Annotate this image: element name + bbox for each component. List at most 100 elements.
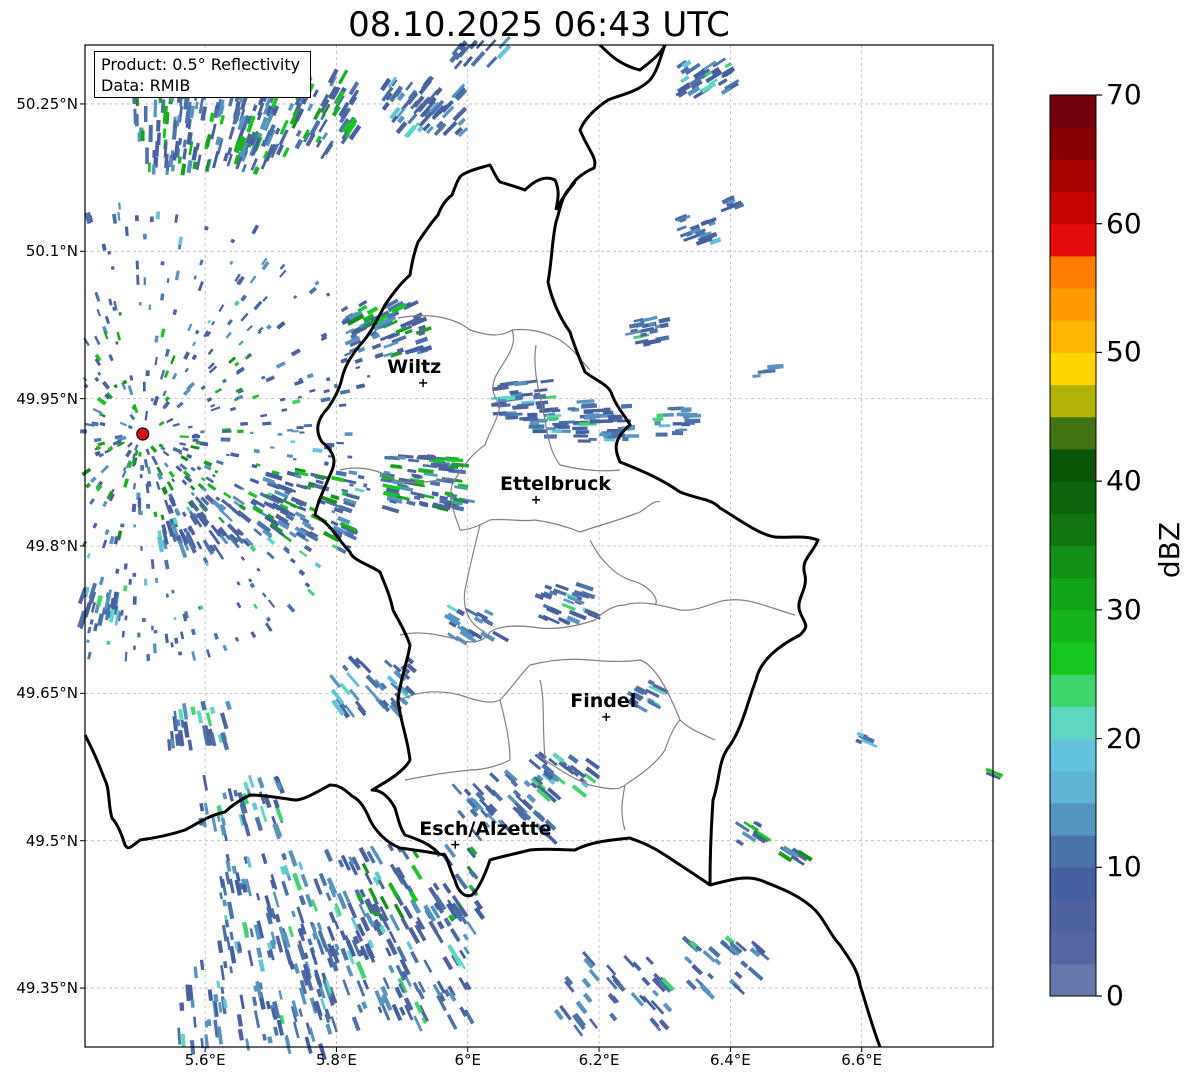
lat-tick-label: 49.35°N: [16, 979, 78, 998]
lat-tick-label: 49.8°N: [25, 537, 78, 555]
echo-cell: [149, 216, 154, 223]
echo-cell: [583, 415, 596, 420]
product-label: Product: 0.5° Reflectivity: [101, 55, 301, 74]
echo-cell: [145, 370, 150, 377]
echo-cell: [80, 429, 87, 434]
echo-cell: [678, 428, 688, 432]
colorbar-swatch: [1050, 159, 1096, 193]
echo-cell: [138, 451, 142, 457]
echo-cell: [106, 640, 111, 646]
map-title: 08.10.2025 06:43 UTC: [348, 5, 730, 45]
colorbar-swatch: [1050, 513, 1096, 546]
echo-cell: [671, 431, 684, 436]
echo-cell: [626, 434, 640, 438]
echo-cell: [148, 124, 153, 143]
echo-cell: [548, 412, 556, 416]
echo-cell: [589, 419, 599, 424]
radar-site-marker: [136, 427, 150, 441]
echo-cell: [143, 578, 148, 586]
colorbar-swatch: [1050, 127, 1096, 160]
lat-tick-label: 49.95°N: [16, 389, 78, 408]
echo-cell: [143, 277, 146, 286]
echo-cell: [179, 435, 189, 438]
echo-cell: [156, 132, 161, 146]
product-info-box: Product: 0.5° Reflectivity Data: RMIB: [94, 51, 311, 98]
echo-cell: [506, 415, 519, 420]
echo-cell: [543, 434, 557, 439]
echo-cell: [299, 431, 305, 434]
echo-cell: [160, 261, 165, 266]
echo-cell: [573, 434, 589, 438]
lat-tick-label: 49.65°N: [16, 684, 78, 703]
colorbar-swatch: [1050, 288, 1096, 321]
echo-cell: [599, 432, 612, 437]
colorbar-swatch: [1050, 963, 1096, 997]
echo-cell: [134, 113, 139, 127]
echo-cell: [141, 617, 146, 623]
echo-cell: [609, 415, 623, 420]
echo-cell: [139, 474, 143, 479]
colorbar-swatch: [1050, 223, 1096, 257]
echo-cell: [237, 429, 244, 434]
echo-cell: [151, 625, 154, 631]
echo-cell: [123, 585, 128, 592]
echo-cell: [250, 431, 254, 435]
colorbar-swatch: [1050, 255, 1096, 289]
echo-cell: [135, 260, 139, 270]
echo-cell: [173, 616, 177, 621]
echo-cell: [220, 437, 231, 442]
echo-cell: [384, 455, 391, 460]
radar-map-figure: [77, 35, 1102, 1061]
echo-cell: [676, 412, 690, 417]
echo-cell: [155, 211, 161, 220]
echo-cell: [529, 412, 538, 418]
colorbar-tick-marks: [1096, 94, 1102, 997]
echo-cell: [655, 432, 668, 437]
colorbar-swatch: [1050, 481, 1096, 514]
echo-cell: [200, 430, 205, 434]
echo-cell: [656, 413, 664, 418]
echo-cell: [179, 1002, 185, 1011]
colorbar-tick-label: 70: [1106, 78, 1142, 111]
colorbar-tick-label: 20: [1106, 721, 1142, 755]
echo-cell: [344, 432, 353, 436]
echo-cell: [532, 429, 547, 434]
colorbar-tick-label: 30: [1106, 592, 1142, 626]
colorbar-swatch: [1050, 448, 1096, 482]
city-label: Ettelbruck: [500, 472, 611, 495]
echo-cell: [190, 999, 195, 1008]
echo-cell: [138, 510, 143, 516]
colorbar-swatch: [1050, 320, 1096, 353]
echo-cell: [120, 523, 125, 528]
colorbar-tick-label: 60: [1106, 206, 1142, 240]
echo-cell: [148, 304, 152, 311]
echo-cell: [296, 425, 304, 430]
colorbar-swatch: [1050, 899, 1096, 933]
lon-tick-label: 6°E: [454, 1051, 482, 1069]
echo-cell: [142, 381, 146, 392]
echo-cell: [551, 430, 562, 434]
echo-cell: [253, 448, 260, 454]
echo-cell: [536, 404, 545, 410]
colorbar-swatch: [1050, 642, 1096, 675]
echo-cell: [137, 497, 142, 508]
echo-cell: [154, 577, 159, 584]
colorbar: [1049, 94, 1102, 997]
echo-cell: [151, 164, 156, 175]
colorbar-label: dBZ: [1153, 521, 1184, 579]
colorbar-swatch: [1050, 384, 1096, 418]
echo-cell: [221, 429, 232, 434]
echo-cell: [567, 406, 576, 411]
echo-cell: [654, 420, 661, 426]
echo-cell: [132, 572, 137, 577]
colorbar-swatch: [1050, 738, 1096, 772]
echo-cell: [291, 430, 299, 433]
echo-cell: [551, 408, 561, 413]
colorbar-swatch: [1050, 867, 1096, 900]
colorbar-tick-label: 50: [1106, 335, 1142, 369]
colorbar-swatch: [1050, 706, 1096, 740]
echo-cell: [153, 99, 158, 118]
echo-cell: [146, 654, 151, 662]
echo-cell: [290, 440, 296, 444]
echo-cell: [191, 434, 201, 439]
